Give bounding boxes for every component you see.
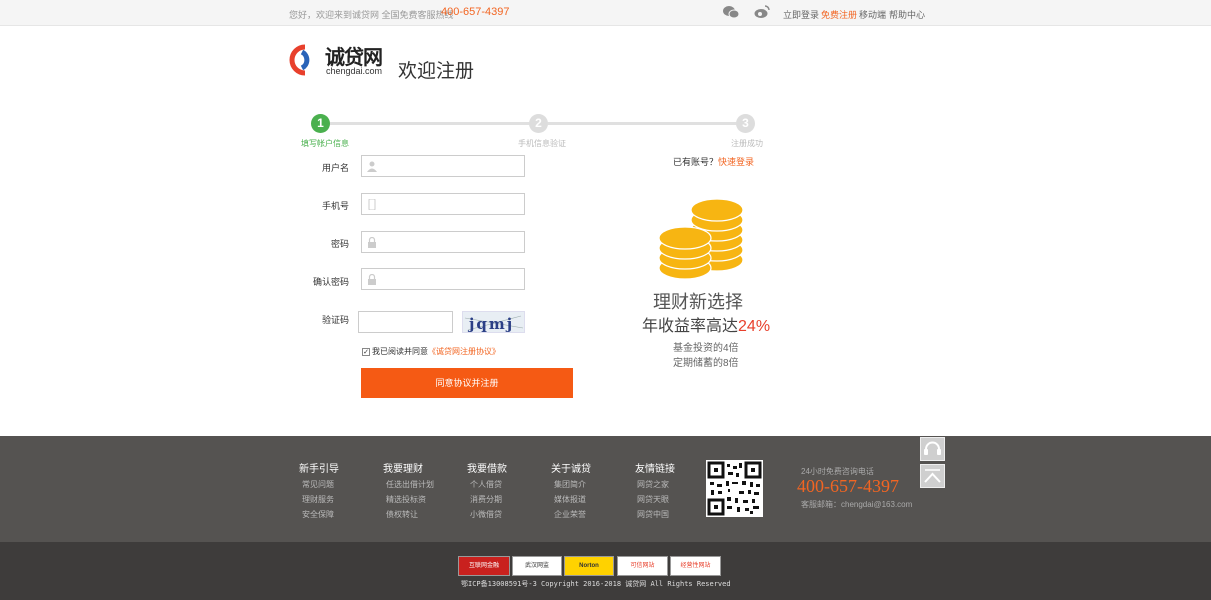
promo-rate-prefix: 年收益率高达 <box>642 318 739 335</box>
footer-col-borrow-title: 我要借款 <box>467 464 507 475</box>
captcha-text: jqmj <box>467 315 514 333</box>
footer-link[interactable]: 个人借贷 <box>470 479 502 490</box>
arrow-up-icon <box>924 469 941 483</box>
footer-link[interactable]: 小微借贷 <box>470 509 502 520</box>
logo-domain: chengdai.com <box>326 66 383 76</box>
back-to-top-button[interactable] <box>920 464 945 488</box>
phone-input[interactable] <box>361 193 525 215</box>
captcha-label: 验证码 <box>321 315 349 325</box>
quick-login-link[interactable]: 快速登录 <box>718 157 754 167</box>
agree-text: 我已阅读并同意 <box>372 347 428 356</box>
agree-row: ✓ 我已阅读并同意《诚贷网注册协议》 <box>362 346 500 357</box>
qr-code <box>706 460 763 517</box>
promo-rate-value: 24% <box>738 318 771 335</box>
agreement-link[interactable]: 《诚贷网注册协议》 <box>428 347 500 356</box>
contact-email: 客服邮箱：chengdai@163.com <box>801 500 913 509</box>
help-link[interactable]: 帮助中心 <box>889 8 925 21</box>
coins-icon <box>658 198 744 280</box>
hotline-number: 400-657-4397 <box>441 6 510 18</box>
mobile-link[interactable]: 移动端 <box>859 8 886 21</box>
confirm-password-input[interactable] <box>361 268 525 290</box>
footer-link[interactable]: 精选投标资 <box>386 494 426 505</box>
step-3-circle: 3 <box>736 114 755 133</box>
phone-label: 手机号 <box>321 201 349 211</box>
step-1-label: 填写帐户信息 <box>301 139 349 148</box>
confirm-password-label: 确认密码 <box>312 277 349 287</box>
promo-headline: 理财新选择 <box>653 292 743 312</box>
promo-rate: 年收益率高达24% <box>642 312 770 336</box>
page-title: 欢迎注册 <box>398 61 475 82</box>
user-icon <box>367 161 377 172</box>
badge-internet-finance[interactable]: 互联网金融 <box>458 556 510 576</box>
customer-service-button[interactable] <box>920 437 945 461</box>
register-button[interactable]: 同意协议并注册 <box>361 368 573 398</box>
password-label: 密码 <box>330 239 349 249</box>
footer-link[interactable]: 安全保障 <box>302 509 334 520</box>
wechat-icon[interactable] <box>723 5 739 19</box>
footer-col-about-title: 关于诚贷 <box>551 464 591 475</box>
footer-link[interactable]: 网贷中国 <box>637 509 669 520</box>
weibo-icon[interactable] <box>754 5 770 19</box>
footer-col-guide-title: 新手引导 <box>299 464 339 475</box>
footer-link[interactable]: 债权转让 <box>386 509 418 520</box>
promo-savings-compare: 定期储蓄的8倍 <box>673 358 739 369</box>
badge-wuhan-police[interactable]: 武汉网监 <box>512 556 562 576</box>
username-input[interactable] <box>361 155 525 177</box>
footer-col-invest-title: 我要理财 <box>383 464 423 475</box>
footer-link[interactable]: 网贷之家 <box>637 479 669 490</box>
step-2-label: 手机信息验证 <box>518 139 566 148</box>
username-label: 用户名 <box>321 163 349 173</box>
has-account-text: 已有账号？ <box>673 157 719 167</box>
welcome-text: 您好，欢迎来到诚贷网 全国免费客服热线 <box>289 10 454 20</box>
footer-link[interactable]: 消费分期 <box>470 494 502 505</box>
captcha-input[interactable] <box>358 311 453 333</box>
badge-norton[interactable]: Norton <box>564 556 614 576</box>
agree-checkbox[interactable]: ✓ <box>362 347 370 356</box>
has-account-row: 已有账号？快速登录 <box>673 155 754 168</box>
footer-link[interactable]: 媒体报道 <box>554 494 586 505</box>
qr-code-graphic <box>707 461 762 516</box>
lock-icon <box>368 237 376 248</box>
captcha-image[interactable]: jqmj <box>462 311 525 333</box>
step-1-circle: 1 <box>311 114 330 133</box>
register-link[interactable]: 免费注册 <box>821 8 857 21</box>
login-link[interactable]: 立即登录 <box>783 8 819 21</box>
footer-col-links-title: 友情链接 <box>635 464 675 475</box>
step-3-label: 注册成功 <box>731 139 763 148</box>
top-bar: 您好，欢迎来到诚贷网 全国免费客服热线 400-657-4397 立即登录 免费… <box>0 0 1211 26</box>
badge-business-site[interactable]: 经营性网站 <box>670 556 721 576</box>
footer-link[interactable]: 理财服务 <box>302 494 334 505</box>
promo-fund-compare: 基金投资的4倍 <box>673 343 739 354</box>
phone-icon <box>368 199 376 210</box>
headset-icon <box>924 441 941 455</box>
captcha-graphic: jqmj <box>464 315 524 333</box>
footer-link[interactable]: 任选出借计划 <box>386 479 434 490</box>
footer-link[interactable]: 常见问题 <box>302 479 334 490</box>
footer-link[interactable]: 网贷天眼 <box>637 494 669 505</box>
footer-link[interactable]: 集团简介 <box>554 479 586 490</box>
contact-phone: 400-657-4397 <box>797 476 899 496</box>
step-2-circle: 2 <box>529 114 548 133</box>
lock-icon <box>368 274 376 285</box>
password-input[interactable] <box>361 231 525 253</box>
footer-link[interactable]: 企业荣誉 <box>554 509 586 520</box>
logo-mark[interactable] <box>289 44 325 76</box>
copyright-text: 鄂ICP备13008591号-3 Copyright 2016-2018 诚贷网… <box>461 580 731 588</box>
footer <box>0 436 1211 542</box>
badge-trusted-site[interactable]: 可信网站 <box>617 556 668 576</box>
